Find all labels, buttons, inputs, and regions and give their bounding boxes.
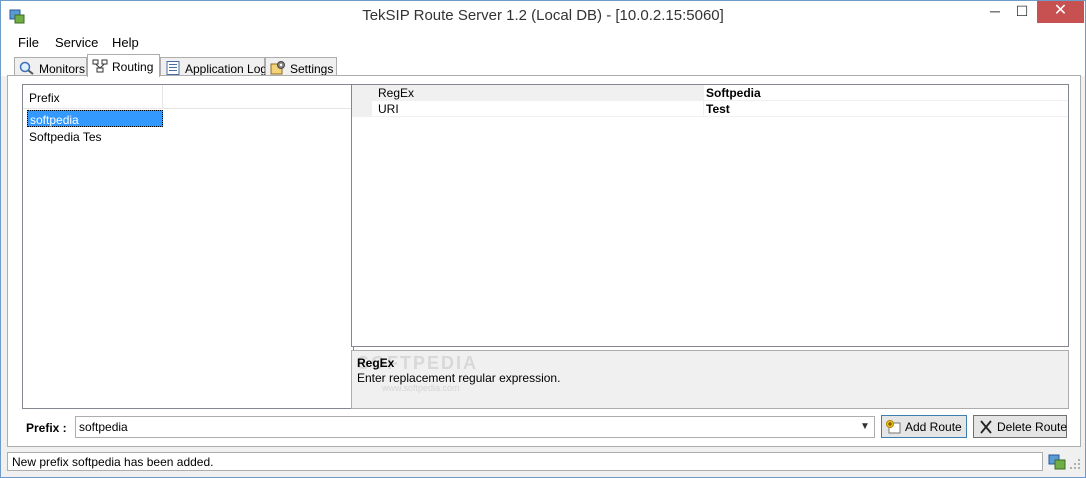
settings-icon: [270, 61, 285, 75]
maximize-button[interactable]: ☐: [1007, 1, 1037, 23]
property-grid[interactable]: RegEx Softpedia URI Test: [351, 84, 1069, 347]
tab-monitors-label: Monitors: [39, 62, 86, 76]
status-message: New prefix softpedia has been added.: [7, 452, 1043, 471]
magnifier-icon: [19, 61, 34, 75]
tab-settings[interactable]: Settings: [265, 57, 337, 77]
property-row-regex[interactable]: RegEx Softpedia: [352, 85, 1068, 101]
minimize-button[interactable]: ─: [980, 1, 1010, 23]
prefix-list[interactable]: Prefix softpedia Softpedia Tes: [22, 84, 354, 409]
description-title: RegEx: [357, 356, 395, 370]
status-bar: New prefix softpedia has been added.: [1, 450, 1085, 477]
routing-panel: Prefix softpedia Softpedia Tes RegEx Sof…: [7, 75, 1081, 447]
property-value[interactable]: Test: [706, 102, 730, 116]
menu-help[interactable]: Help: [112, 35, 139, 50]
chevron-down-icon[interactable]: ▼: [858, 420, 872, 434]
tab-application-log[interactable]: Application Log: [160, 57, 268, 77]
tab-settings-label: Settings: [290, 62, 334, 76]
prefix-combobox[interactable]: softpedia ▼: [75, 416, 875, 438]
resize-grip-icon[interactable]: [1069, 458, 1081, 470]
property-name: URI: [378, 102, 399, 116]
prefix-label: Prefix :: [26, 421, 67, 435]
title-bar[interactable]: TekSIP Route Server 1.2 (Local DB) - [10…: [1, 1, 1085, 32]
window-title: TekSIP Route Server 1.2 (Local DB) - [10…: [362, 7, 724, 24]
tab-application-log-label: Application Log: [185, 62, 268, 76]
property-gutter: [352, 101, 372, 117]
menu-service[interactable]: Service: [55, 35, 98, 50]
add-route-label: Add Route: [905, 420, 962, 434]
tab-strip: Monitors Routing Application Log Setting…: [1, 54, 1085, 77]
delete-route-label: Delete Route: [997, 420, 1068, 434]
property-row-uri[interactable]: URI Test: [352, 101, 1068, 117]
tab-routing-label: Routing: [112, 60, 154, 74]
routing-icon: [92, 59, 108, 73]
delete-icon: [980, 420, 992, 434]
description-text: Enter replacement regular expression.: [357, 371, 561, 385]
close-button[interactable]: ✕: [1037, 1, 1084, 23]
property-name: RegEx: [378, 86, 415, 100]
list-header-filler: [163, 85, 353, 109]
prefix-column-header[interactable]: Prefix: [23, 85, 163, 109]
list-item[interactable]: Softpedia Tes: [27, 128, 163, 145]
server-status-icon[interactable]: [1048, 452, 1066, 470]
delete-route-button[interactable]: Delete Route: [973, 415, 1067, 438]
list-item[interactable]: softpedia: [27, 110, 163, 127]
property-value[interactable]: Softpedia: [706, 86, 761, 100]
menu-bar: File Service Help: [1, 32, 1085, 54]
menu-file[interactable]: File: [18, 35, 39, 50]
tab-monitors[interactable]: Monitors: [14, 57, 87, 77]
log-icon: [166, 61, 180, 75]
property-gutter: [352, 85, 372, 101]
tab-routing[interactable]: Routing: [87, 54, 160, 77]
prefix-combobox-value: softpedia: [79, 420, 128, 434]
add-route-button[interactable]: Add Route: [881, 415, 967, 438]
add-icon: [886, 420, 901, 434]
description-panel: SOFTPEDIA www.softpedia.com RegEx Enter …: [351, 350, 1069, 409]
app-window: TekSIP Route Server 1.2 (Local DB) - [10…: [0, 0, 1086, 478]
